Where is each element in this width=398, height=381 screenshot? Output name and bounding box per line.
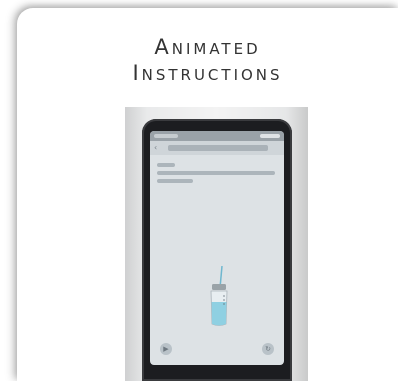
page: Animated Instructions ‹ ▶ ↻ (0, 0, 398, 381)
device-photo: ‹ ▶ ↻ (125, 107, 308, 381)
step-text-blur-line (157, 179, 193, 183)
refresh-icon[interactable]: ↻ (262, 343, 274, 355)
step-text-blur-line (157, 171, 275, 175)
device-status-bar (150, 131, 284, 141)
device-app-title (168, 145, 268, 151)
device-app-bar: ‹ (150, 141, 284, 155)
card-title-line-1: Animated (154, 35, 261, 59)
tablet-device: ‹ ▶ ↻ (142, 119, 292, 381)
card-title: Animated Instructions (17, 34, 398, 86)
status-icons (260, 134, 280, 138)
step-heading-blur (157, 163, 175, 167)
device-step-text (157, 163, 275, 187)
status-time-indicator (154, 134, 178, 138)
card-title-line-2: Instructions (132, 61, 283, 85)
device-screen: ‹ ▶ ↻ (150, 131, 284, 365)
instructions-card: Animated Instructions ‹ ▶ ↻ (17, 8, 398, 381)
back-arrow-icon: ‹ (154, 143, 158, 152)
play-icon[interactable]: ▶ (160, 343, 172, 355)
measuring-cup-icon (210, 266, 228, 326)
